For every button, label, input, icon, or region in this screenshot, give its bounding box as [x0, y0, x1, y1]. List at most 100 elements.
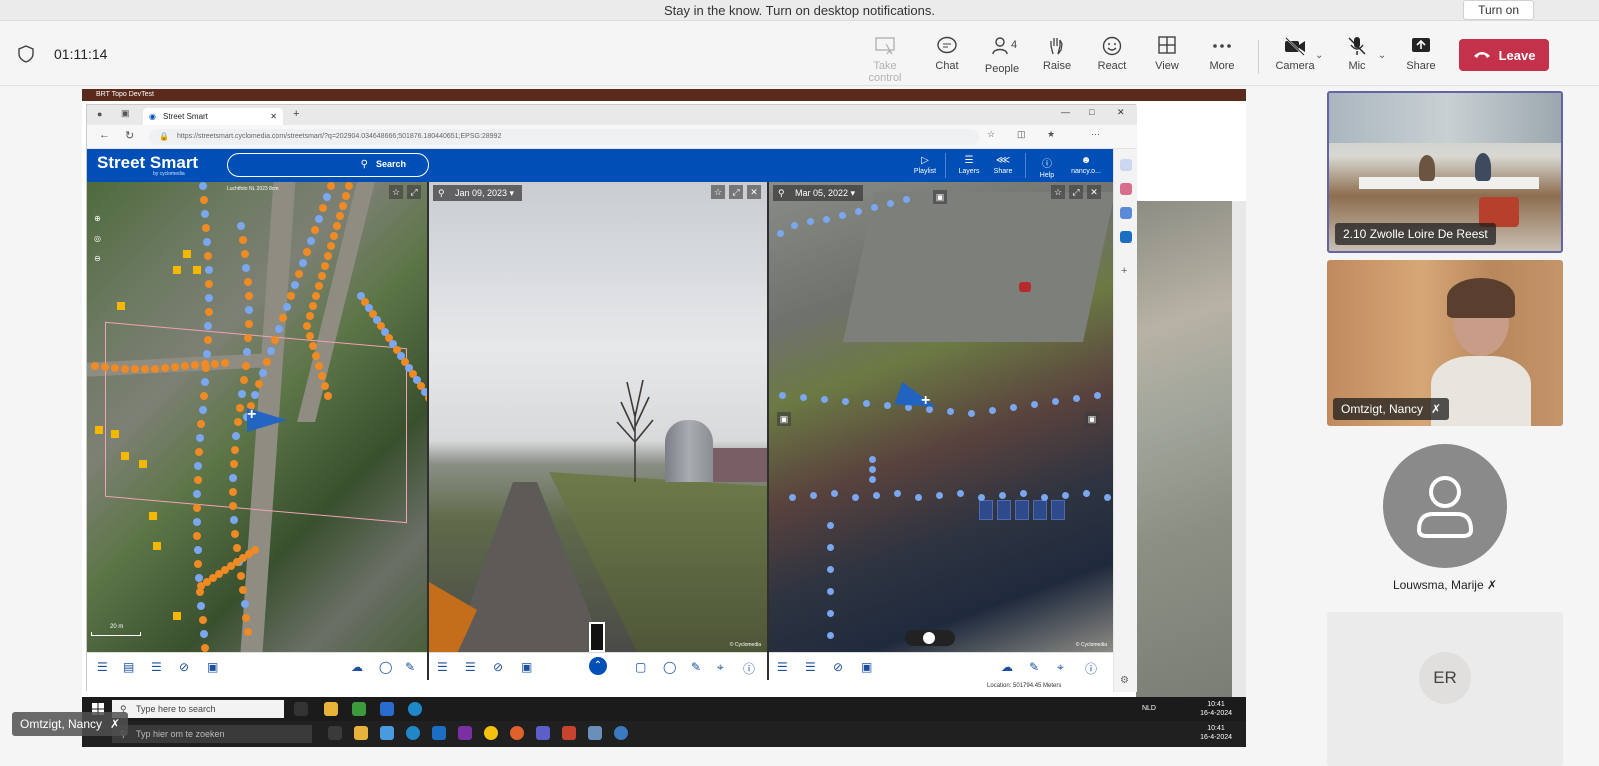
edge-icon[interactable]	[406, 726, 420, 740]
minimize-icon[interactable]: —	[1061, 107, 1070, 117]
comment-icon[interactable]: ▢	[635, 660, 646, 674]
share-button[interactable]: Share	[1392, 36, 1450, 76]
chrome-icon[interactable]	[484, 726, 498, 740]
info-icon[interactable]: ⓘ	[1085, 660, 1097, 677]
edge-icon[interactable]	[408, 702, 422, 716]
powerpoint-icon[interactable]	[562, 726, 576, 740]
ruler-icon[interactable]: ✎	[1029, 660, 1039, 674]
app-icon[interactable]	[614, 726, 628, 740]
camera-icon[interactable]: ▣	[777, 412, 791, 426]
app-icon[interactable]	[352, 702, 366, 716]
playlist-button[interactable]: ▷ Playlist	[905, 155, 945, 175]
app-icon[interactable]	[510, 726, 524, 740]
task-view-icon[interactable]	[294, 702, 308, 716]
back-arrow-icon[interactable]: ←	[99, 129, 110, 141]
profile-icon[interactable]: ●	[97, 109, 102, 119]
outlook-icon[interactable]	[432, 726, 446, 740]
polygon-icon[interactable]: ◯	[379, 660, 392, 674]
ruler-icon[interactable]: ✎	[405, 660, 415, 674]
close-pane-icon[interactable]: ✕	[747, 185, 761, 199]
chat-button[interactable]: Chat	[918, 36, 976, 76]
people-button[interactable]: 4 People	[973, 36, 1031, 76]
mic-options-chevron-icon[interactable]: ⌄	[1378, 50, 1386, 61]
url-field[interactable]: 🔒 https://streetsmart.cyclomedia.com/str…	[149, 129, 979, 145]
leave-button[interactable]: Leave	[1459, 39, 1549, 71]
target-icon[interactable]: ⌖	[1057, 660, 1064, 675]
menu-icon[interactable]: ☰	[437, 660, 448, 674]
expand-up-icon[interactable]: ⌃	[589, 657, 607, 675]
onenote-icon[interactable]	[458, 726, 472, 740]
new-tab-icon[interactable]: +	[293, 108, 299, 120]
task-view-icon[interactable]	[328, 726, 342, 740]
oblique-aerial-pane[interactable]: + ⚲ Mar 05, 2022 ▾ ☆ ⤢ ✕ ▣ ▣ ▣ © Cyclomed…	[769, 182, 1113, 652]
streetsmart-search-input[interactable]: ⚲ Search	[227, 153, 429, 177]
turn-on-notifications-button[interactable]: Turn on	[1463, 0, 1534, 20]
compass-icon[interactable]: ▣	[933, 190, 947, 204]
expand-icon[interactable]: ⤢	[407, 185, 421, 199]
participant-tile[interactable]: ER	[1327, 612, 1563, 766]
zoom-in-icon[interactable]: ⊕	[91, 212, 104, 225]
recording-date-selector[interactable]: ⚲ Mar 05, 2022 ▾	[773, 185, 864, 201]
behind-app-scrollbar[interactable]	[1232, 201, 1246, 701]
expand-icon[interactable]: ⤢	[1069, 185, 1083, 199]
layers-icon[interactable]: ☰	[151, 660, 162, 674]
map-icon[interactable]: ▤	[123, 660, 134, 674]
shopping-icon[interactable]	[1120, 183, 1132, 195]
hide-icon[interactable]: ⊘	[179, 660, 189, 674]
help-button[interactable]: ⓘ Help	[1027, 155, 1067, 179]
polygon-icon[interactable]: ◯	[663, 660, 676, 674]
hide-icon[interactable]: ⊘	[833, 660, 843, 674]
file-explorer-icon[interactable]	[354, 726, 368, 740]
share-map-button[interactable]: ⋘ Share	[983, 155, 1023, 175]
user-menu-button[interactable]: ☻ nancy.o...	[1063, 155, 1109, 175]
participant-tile[interactable]: Louwsma, Marije ✗	[1327, 432, 1563, 594]
layers-icon[interactable]: ☰	[805, 660, 816, 674]
language-indicator[interactable]: NLD	[1142, 705, 1156, 712]
tab-actions-icon[interactable]: ▣	[121, 108, 130, 119]
outlook-icon[interactable]	[1120, 231, 1132, 243]
tab-close-icon[interactable]: ✕	[270, 108, 277, 125]
close-pane-icon[interactable]: ✕	[1087, 185, 1101, 199]
favorite-icon[interactable]: ☆	[711, 185, 725, 199]
layers-icon[interactable]: ☰	[465, 660, 476, 674]
opacity-toggle[interactable]	[905, 630, 955, 646]
add-icon[interactable]: +	[1121, 265, 1127, 277]
cloud-icon[interactable]: ☁	[351, 660, 363, 674]
hide-icon[interactable]: ⊘	[493, 660, 503, 674]
search-icon[interactable]	[1120, 159, 1132, 171]
maximize-icon[interactable]: □	[1089, 107, 1094, 117]
participant-tile[interactable]: 2.10 Zwolle Loire De Reest	[1327, 91, 1563, 253]
app-icon[interactable]	[588, 726, 602, 740]
menu-icon[interactable]: ☰	[777, 660, 788, 674]
marker-icon[interactable]: ▣	[521, 660, 532, 674]
app-icon[interactable]	[380, 726, 394, 740]
settings-gear-icon[interactable]: ⚙	[1120, 675, 1129, 686]
raise-hand-button[interactable]: Raise	[1028, 36, 1086, 76]
refresh-icon[interactable]: ↻	[125, 129, 134, 142]
camera-icon[interactable]: ▣	[1085, 412, 1099, 426]
favorite-icon[interactable]: ☆	[1051, 185, 1065, 199]
local-search-input[interactable]: ⚲ Typ hier om te zoeken	[112, 725, 312, 743]
ruler-icon[interactable]: ✎	[691, 660, 701, 674]
target-icon[interactable]: ⌖	[717, 660, 724, 675]
view-button[interactable]: View	[1138, 36, 1196, 76]
teams-icon[interactable]	[536, 726, 550, 740]
collections-icon[interactable]: ★	[1047, 129, 1055, 140]
tools-icon[interactable]	[1120, 207, 1132, 219]
menu-icon[interactable]: ☰	[97, 660, 108, 674]
taskbar-clock[interactable]: 10:41 16-4-2024	[1200, 700, 1232, 718]
favorites-icon[interactable]: ☆	[987, 129, 995, 140]
zoom-out-icon[interactable]: ⊖	[91, 252, 104, 265]
local-taskbar-clock[interactable]: 10:41 16-4-2024	[1200, 724, 1232, 742]
more-button[interactable]: More	[1193, 36, 1251, 76]
browser-tab[interactable]: ◉ Street Smart ✕	[143, 108, 283, 125]
taskbar-search-input[interactable]: ⚲ Type here to search	[112, 700, 284, 718]
aerial-map-pane[interactable]: + ⊕ ◎ ⊖ Luchtfoto NL 2023 8cm ☆ ⤢ 20 m	[87, 182, 427, 652]
app-icon[interactable]	[380, 702, 394, 716]
street-photo-pane[interactable]: ⚲ Jan 09, 2023 ▾ ☆ ⤢ ✕ © Cyclomedia	[429, 182, 767, 652]
split-screen-icon[interactable]: ◫	[1017, 129, 1026, 140]
file-explorer-icon[interactable]	[324, 702, 338, 716]
participant-tile[interactable]: Omtzigt, Nancy ✗	[1327, 260, 1563, 426]
take-control-button[interactable]: Take control	[856, 36, 914, 84]
favorite-icon[interactable]: ☆	[389, 185, 403, 199]
